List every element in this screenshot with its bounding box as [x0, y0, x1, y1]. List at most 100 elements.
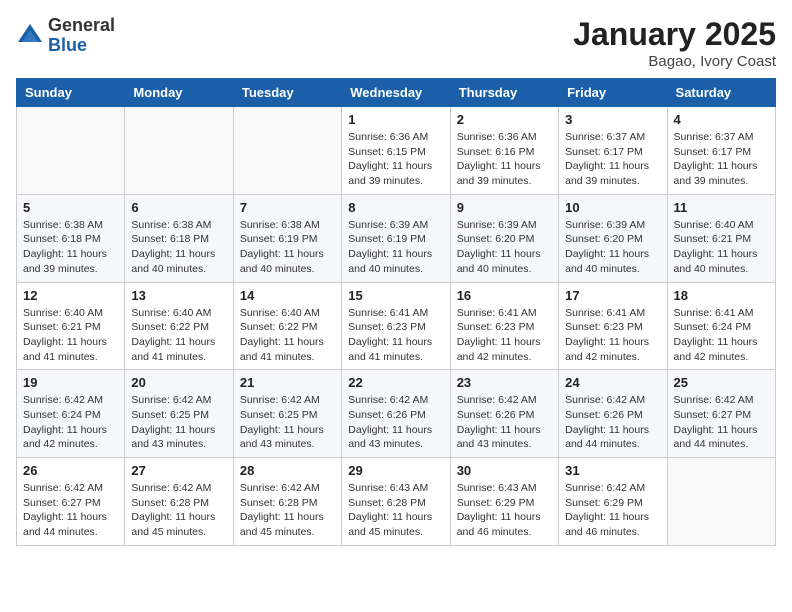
calendar-cell: 3 Sunrise: 6:37 AM Sunset: 6:17 PM Daylig…: [559, 107, 667, 195]
weekday-header-monday: Monday: [125, 79, 233, 107]
calendar-cell: 20Sunrise: 6:42 AM Sunset: 6:25 PM Dayli…: [125, 370, 233, 458]
calendar-cell: 26Sunrise: 6:42 AM Sunset: 6:27 PM Dayli…: [17, 458, 125, 546]
calendar-cell: 24Sunrise: 6:42 AM Sunset: 6:26 PM Dayli…: [559, 370, 667, 458]
day-number: 25: [674, 375, 769, 390]
calendar-cell: [17, 107, 125, 195]
page-header: General Blue January 2025 Bagao, Ivory C…: [16, 16, 776, 70]
day-info: Sunrise: 6:40 AM Sunset: 6:21 PM Dayligh…: [23, 306, 118, 365]
day-number: 3: [565, 112, 660, 127]
calendar-cell: 25 Sunrise: 6:42 AM Sunset: 6:27 PM Dayli…: [667, 370, 775, 458]
day-number: 9: [457, 200, 552, 215]
day-info: Sunrise: 6:42 AM Sunset: 6:28 PM Dayligh…: [131, 481, 226, 540]
logo-blue-text: Blue: [48, 35, 87, 55]
day-number: 5: [23, 200, 118, 215]
calendar-body: 1 Sunrise: 6:36 AM Sunset: 6:15 PM Daylig…: [17, 107, 776, 546]
day-info: Sunrise: 6:42 AM Sunset: 6:27 PM Dayligh…: [674, 393, 769, 452]
day-info: Sunrise: 6:43 AM Sunset: 6:28 PM Dayligh…: [348, 481, 443, 540]
logo: General Blue: [16, 16, 115, 56]
day-number: 26: [23, 463, 118, 478]
month-title: January 2025: [573, 16, 776, 53]
weekday-header-tuesday: Tuesday: [233, 79, 341, 107]
weekday-header-thursday: Thursday: [450, 79, 558, 107]
calendar-cell: 14 Sunrise: 6:40 AM Sunset: 6:22 PM Dayli…: [233, 282, 341, 370]
day-info: Sunrise: 6:37 AM Sunset: 6:17 PM Dayligh…: [565, 130, 660, 189]
day-number: 10: [565, 200, 660, 215]
calendar-week-2: 5 Sunrise: 6:38 AM Sunset: 6:18 PM Daylig…: [17, 194, 776, 282]
calendar-cell: [233, 107, 341, 195]
day-info: Sunrise: 6:37 AM Sunset: 6:17 PM Dayligh…: [674, 130, 769, 189]
day-number: 19: [23, 375, 118, 390]
calendar-cell: 23 Sunrise: 6:42 AM Sunset: 6:26 PM Dayli…: [450, 370, 558, 458]
calendar-cell: 8 Sunrise: 6:39 AM Sunset: 6:19 PM Daylig…: [342, 194, 450, 282]
day-number: 18: [674, 288, 769, 303]
day-number: 23: [457, 375, 552, 390]
day-number: 1: [348, 112, 443, 127]
day-number: 24: [565, 375, 660, 390]
day-number: 11: [674, 200, 769, 215]
day-number: 13: [131, 288, 226, 303]
day-number: 16: [457, 288, 552, 303]
calendar-cell: 28Sunrise: 6:42 AM Sunset: 6:28 PM Dayli…: [233, 458, 341, 546]
day-info: Sunrise: 6:42 AM Sunset: 6:26 PM Dayligh…: [348, 393, 443, 452]
day-info: Sunrise: 6:40 AM Sunset: 6:22 PM Dayligh…: [131, 306, 226, 365]
day-info: Sunrise: 6:39 AM Sunset: 6:20 PM Dayligh…: [457, 218, 552, 277]
day-info: Sunrise: 6:41 AM Sunset: 6:23 PM Dayligh…: [457, 306, 552, 365]
day-number: 2: [457, 112, 552, 127]
day-number: 29: [348, 463, 443, 478]
logo-general-text: General: [48, 15, 115, 35]
day-number: 14: [240, 288, 335, 303]
calendar-cell: 27 Sunrise: 6:42 AM Sunset: 6:28 PM Dayli…: [125, 458, 233, 546]
day-number: 28: [240, 463, 335, 478]
day-number: 20: [131, 375, 226, 390]
calendar-cell: 31Sunrise: 6:42 AM Sunset: 6:29 PM Dayli…: [559, 458, 667, 546]
calendar-cell: 19 Sunrise: 6:42 AM Sunset: 6:24 PM Dayli…: [17, 370, 125, 458]
day-number: 21: [240, 375, 335, 390]
day-info: Sunrise: 6:43 AM Sunset: 6:29 PM Dayligh…: [457, 481, 552, 540]
day-number: 4: [674, 112, 769, 127]
day-info: Sunrise: 6:42 AM Sunset: 6:24 PM Dayligh…: [23, 393, 118, 452]
day-info: Sunrise: 6:40 AM Sunset: 6:22 PM Dayligh…: [240, 306, 335, 365]
calendar-cell: 1 Sunrise: 6:36 AM Sunset: 6:15 PM Daylig…: [342, 107, 450, 195]
day-info: Sunrise: 6:38 AM Sunset: 6:18 PM Dayligh…: [23, 218, 118, 277]
calendar-cell: 4 Sunrise: 6:37 AM Sunset: 6:17 PM Daylig…: [667, 107, 775, 195]
weekday-header-saturday: Saturday: [667, 79, 775, 107]
day-info: Sunrise: 6:38 AM Sunset: 6:18 PM Dayligh…: [131, 218, 226, 277]
calendar-cell: 12 Sunrise: 6:40 AM Sunset: 6:21 PM Dayli…: [17, 282, 125, 370]
day-number: 12: [23, 288, 118, 303]
day-info: Sunrise: 6:36 AM Sunset: 6:15 PM Dayligh…: [348, 130, 443, 189]
calendar-cell: 21Sunrise: 6:42 AM Sunset: 6:25 PM Dayli…: [233, 370, 341, 458]
calendar-cell: 29 Sunrise: 6:43 AM Sunset: 6:28 PM Dayli…: [342, 458, 450, 546]
calendar-week-3: 12 Sunrise: 6:40 AM Sunset: 6:21 PM Dayli…: [17, 282, 776, 370]
calendar-table: SundayMondayTuesdayWednesdayThursdayFrid…: [16, 78, 776, 546]
calendar-cell: [125, 107, 233, 195]
logo-icon: [16, 22, 44, 50]
day-number: 30: [457, 463, 552, 478]
day-info: Sunrise: 6:39 AM Sunset: 6:19 PM Dayligh…: [348, 218, 443, 277]
calendar-cell: 2 Sunrise: 6:36 AM Sunset: 6:16 PM Daylig…: [450, 107, 558, 195]
day-number: 7: [240, 200, 335, 215]
calendar-cell: [667, 458, 775, 546]
day-number: 15: [348, 288, 443, 303]
day-number: 27: [131, 463, 226, 478]
calendar-cell: 17 Sunrise: 6:41 AM Sunset: 6:23 PM Dayli…: [559, 282, 667, 370]
day-info: Sunrise: 6:42 AM Sunset: 6:26 PM Dayligh…: [457, 393, 552, 452]
day-number: 22: [348, 375, 443, 390]
day-info: Sunrise: 6:41 AM Sunset: 6:23 PM Dayligh…: [565, 306, 660, 365]
day-number: 6: [131, 200, 226, 215]
day-info: Sunrise: 6:39 AM Sunset: 6:20 PM Dayligh…: [565, 218, 660, 277]
calendar-cell: 7 Sunrise: 6:38 AM Sunset: 6:19 PM Daylig…: [233, 194, 341, 282]
calendar-cell: 18 Sunrise: 6:41 AM Sunset: 6:24 PM Dayli…: [667, 282, 775, 370]
day-number: 8: [348, 200, 443, 215]
day-info: Sunrise: 6:38 AM Sunset: 6:19 PM Dayligh…: [240, 218, 335, 277]
calendar-cell: 22 Sunrise: 6:42 AM Sunset: 6:26 PM Dayli…: [342, 370, 450, 458]
day-info: Sunrise: 6:40 AM Sunset: 6:21 PM Dayligh…: [674, 218, 769, 277]
location-title: Bagao, Ivory Coast: [573, 53, 776, 70]
day-info: Sunrise: 6:36 AM Sunset: 6:16 PM Dayligh…: [457, 130, 552, 189]
day-info: Sunrise: 6:41 AM Sunset: 6:24 PM Dayligh…: [674, 306, 769, 365]
weekday-header-row: SundayMondayTuesdayWednesdayThursdayFrid…: [17, 79, 776, 107]
weekday-header-wednesday: Wednesday: [342, 79, 450, 107]
calendar-cell: 13 Sunrise: 6:40 AM Sunset: 6:22 PM Dayli…: [125, 282, 233, 370]
weekday-header-sunday: Sunday: [17, 79, 125, 107]
day-number: 17: [565, 288, 660, 303]
weekday-header-friday: Friday: [559, 79, 667, 107]
